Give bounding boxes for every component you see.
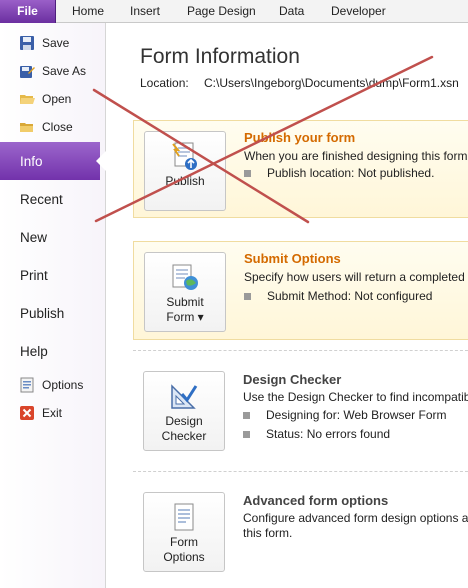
- save-label: Save: [42, 36, 70, 50]
- save-command[interactable]: Save: [0, 29, 106, 57]
- publish-icon: [172, 142, 197, 170]
- nav-recent[interactable]: Recent: [0, 180, 106, 218]
- submit-form-button[interactable]: Submit Form ▾: [144, 252, 226, 332]
- save-icon: [20, 36, 34, 50]
- submit-options-description: Specify how users will return a complete…: [244, 270, 468, 284]
- submit-method-bullet: Submit Method: Not configured: [244, 289, 432, 303]
- save-as-command[interactable]: Save As: [0, 57, 106, 85]
- open-label: Open: [42, 92, 72, 106]
- publish-location-bullet: Publish location: Not published.: [244, 166, 434, 180]
- advanced-options-description-line1: Configure advanced form design options a: [243, 511, 468, 525]
- exit-icon: [20, 406, 34, 420]
- nav-help[interactable]: Help: [0, 332, 106, 370]
- form-options-label-line2: Options: [163, 550, 205, 564]
- tab-file[interactable]: File: [0, 0, 56, 23]
- submit-options-title: Submit Options: [244, 251, 341, 266]
- options-label: Options: [42, 378, 84, 392]
- tab-home[interactable]: Home: [72, 0, 104, 23]
- publish-section: Publish Publish your form When you are f…: [133, 120, 468, 218]
- nav-info[interactable]: Info: [0, 142, 106, 180]
- close-command[interactable]: Close: [0, 113, 106, 141]
- tab-developer[interactable]: Developer: [331, 0, 386, 23]
- nav-print[interactable]: Print: [0, 256, 106, 294]
- close-folder-icon: [20, 123, 33, 132]
- advanced-options-description-line2: this form.: [243, 526, 293, 540]
- location-label: Location:: [140, 76, 189, 90]
- status-text: Status: No errors found: [266, 427, 391, 441]
- nav-publish[interactable]: Publish: [0, 294, 106, 332]
- bullet-marker: [244, 292, 251, 300]
- tab-insert[interactable]: Insert: [130, 0, 160, 23]
- publish-button[interactable]: Publish: [144, 131, 226, 211]
- design-checker-section: Design Checker Design Checker Use the De…: [133, 363, 468, 463]
- nav-new[interactable]: New: [0, 218, 106, 256]
- bullet-marker: [243, 430, 250, 438]
- form-options-label-line1: Form: [170, 535, 198, 549]
- location-path: C:\Users\Ingeborg\Documents\dump\Form1.x…: [204, 76, 459, 90]
- save-as-label: Save As: [42, 64, 87, 78]
- publish-location-text: Publish location: Not published.: [267, 166, 435, 180]
- options-command[interactable]: Options: [0, 371, 106, 399]
- design-checker-icon: [171, 384, 198, 409]
- status-bullet: Status: No errors found: [243, 427, 390, 441]
- info-pane: Form Information Location: C:\Users\Inge…: [107, 23, 468, 588]
- submit-form-icon: [172, 264, 198, 290]
- submit-form-label-line1: Submit: [166, 295, 204, 309]
- exit-label: Exit: [42, 406, 63, 420]
- design-checker-title: Design Checker: [243, 372, 342, 387]
- save-as-icon: [20, 66, 35, 78]
- bullet-marker: [244, 169, 251, 177]
- options-icon: [20, 377, 34, 393]
- section-divider: [133, 471, 468, 472]
- form-options-icon: [174, 503, 194, 531]
- section-divider: [133, 350, 468, 351]
- advanced-options-section: Form Options Advanced form options Confi…: [133, 484, 468, 588]
- submit-form-label-line2: Form ▾: [166, 310, 204, 324]
- open-command[interactable]: Open: [0, 85, 106, 113]
- publish-description: When you are finished designing this for…: [244, 149, 468, 163]
- publish-title: Publish your form: [244, 130, 356, 145]
- ribbon-tab-bar: File Home Insert Page Design Data Develo…: [0, 0, 468, 23]
- design-checker-label-line2: Checker: [161, 429, 207, 443]
- design-checker-description: Use the Design Checker to find incompati…: [243, 390, 468, 404]
- designing-for-bullet: Designing for: Web Browser Form: [243, 408, 447, 422]
- bullet-marker: [243, 411, 250, 419]
- advanced-options-title: Advanced form options: [243, 493, 389, 508]
- open-folder-icon: [20, 95, 35, 104]
- page-title: Form Information: [140, 45, 300, 68]
- form-options-button[interactable]: Form Options: [143, 492, 225, 572]
- submit-options-section: Submit Form ▾ Submit Options Specify how…: [133, 241, 468, 340]
- design-checker-button[interactable]: Design Checker: [143, 371, 225, 451]
- exit-command[interactable]: Exit: [0, 399, 106, 427]
- backstage-sidebar: Save Save As Open Close Info Recent New …: [0, 23, 106, 588]
- tab-page-design[interactable]: Page Design: [187, 0, 256, 23]
- designing-for-text: Designing for: Web Browser Form: [266, 408, 447, 422]
- tab-data[interactable]: Data: [279, 0, 304, 23]
- publish-button-label: Publish: [165, 174, 205, 188]
- submit-method-text: Submit Method: Not configured: [267, 289, 433, 303]
- close-label: Close: [42, 120, 73, 134]
- design-checker-label-line1: Design: [165, 414, 203, 428]
